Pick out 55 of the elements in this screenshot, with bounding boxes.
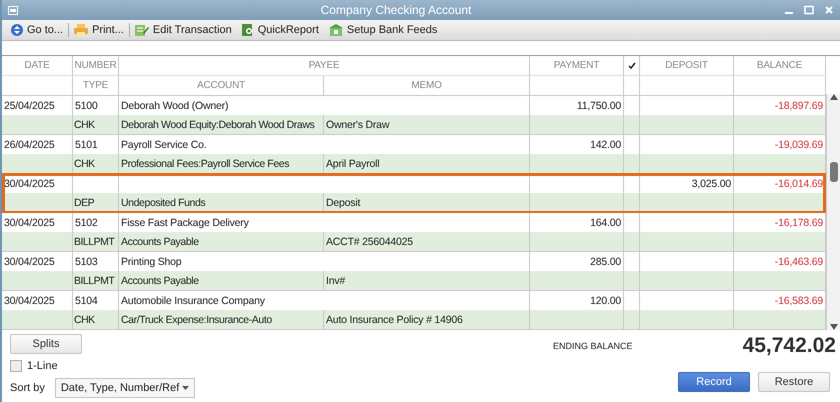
action-button[interactable]: Record [678,372,750,392]
table-cell: April Payroll [324,154,530,173]
sort-dropdown[interactable]: Date, Type, Number/Ref [54,378,195,398]
table-cell: CHK [73,154,119,173]
table-cell: Car/Truck Expense:Insurance-Auto [119,310,324,329]
table-cell: CHK [73,310,119,329]
window-title: Company Checking Account [320,3,472,17]
column-header: PAYMENT [530,56,624,75]
sort-label: Sort by [10,382,45,394]
close-icon[interactable] [824,5,834,15]
column-header: DATE [2,56,73,75]
splits-button[interactable]: Splits [10,334,82,354]
ending-balance-label: ENDING BALANCE [553,341,633,351]
column-header: DEPOSIT [640,56,734,75]
report-icon [242,24,254,36]
table-cell: Professional Fees:Payroll Service Fees [119,154,324,173]
toolbar-button[interactable]: Print... [69,21,129,39]
table-cell: ACCT# 256044025 [324,232,530,251]
column-header: PAYEE [119,56,530,75]
up-down-icon [11,24,23,36]
scroll-thumb[interactable] [830,162,838,182]
table-cell: Deposit [324,193,530,212]
toolbar-button[interactable]: Setup Bank Feeds [324,21,442,39]
table-cell: Inv# [324,271,530,290]
action-button[interactable]: Restore [758,372,830,392]
toolbar-button[interactable]: Edit Transaction [130,21,237,39]
column-header: ACCOUNT [119,76,324,95]
toolbar-button[interactable]: Go to... [6,21,68,39]
ending-balance-value: 45,742.02 [742,334,836,358]
table-cell: Deborah Wood Equity:Deborah Wood Draws [119,115,324,134]
column-header: MEMO [324,76,530,95]
scrollbar[interactable] [826,94,840,330]
table-cell: Accounts Payable [119,271,324,290]
checkbox[interactable] [10,360,22,372]
scroll-up-icon[interactable] [830,94,838,100]
toolbar-button[interactable]: QuickReport [236,21,324,39]
scroll-down-icon[interactable] [830,324,838,330]
table-cell: BILLPMT [73,271,119,290]
table-cell: BILLPMT [73,232,119,251]
table-cell: Auto Insurance Policy # 14906 [324,310,530,329]
column-header: TYPE [73,76,119,95]
maximize-icon[interactable] [804,5,814,15]
table-cell: DEP [73,193,119,212]
checkbox-label: 1-Line [27,360,58,372]
edit-icon [134,24,149,36]
checkmark-icon [628,62,636,69]
table-cell: CHK [73,115,119,134]
table-cell: Owner's Draw [324,115,530,134]
column-header: NUMBER [73,56,119,75]
printer-icon [74,24,88,36]
column-header: BALANCE [734,56,826,75]
caret-icon [182,386,189,390]
table-cell: Undeposited Funds [119,193,324,212]
window-icon [8,6,18,14]
table-cell: Accounts Payable [119,232,324,251]
